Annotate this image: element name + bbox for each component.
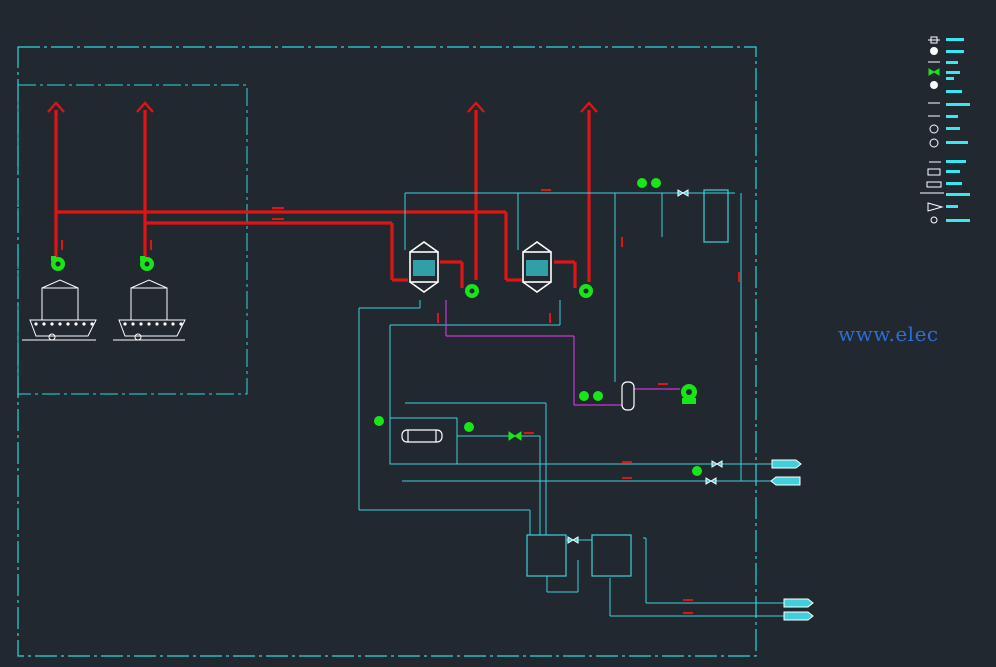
condenser-bracket — [389, 417, 458, 465]
condenser-icon — [401, 381, 635, 443]
conveyor-rollers — [34, 322, 183, 326]
adsorbent-bed — [413, 260, 548, 276]
conveyor-icon — [22, 319, 186, 341]
process-lines — [358, 192, 784, 617]
exhaust-ducts — [54, 110, 591, 288]
arrow-up-icons — [47, 101, 598, 113]
stream-arrows — [770, 459, 814, 621]
pressure-gauge-icon — [374, 178, 702, 476]
workshop-boundary-frame — [17, 84, 248, 395]
storage-tank-icon — [526, 534, 632, 577]
control-cabinet — [703, 189, 729, 243]
watermark: www.elec — [838, 322, 939, 346]
stream-tags — [61, 189, 740, 614]
purge-line — [445, 300, 680, 406]
legend-labels — [946, 38, 970, 222]
plant-boundary-frame — [17, 46, 757, 657]
exhaust-fan-icon — [51, 256, 697, 404]
legend-symbol-icon — [920, 36, 944, 224]
source-equipment — [41, 279, 168, 321]
